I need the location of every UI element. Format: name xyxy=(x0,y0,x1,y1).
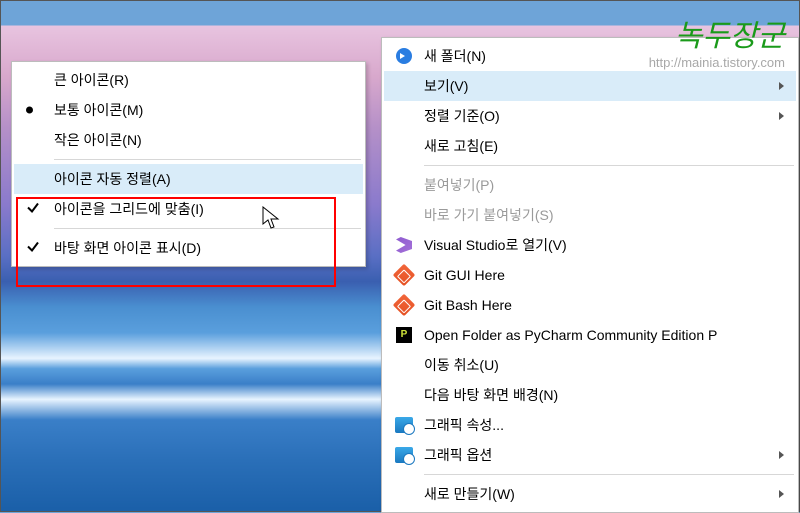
menu-item-paste: 붙여넣기(P) xyxy=(384,170,796,200)
menu-item-view[interactable]: 보기(V) xyxy=(384,71,796,101)
menu-item-show-desktop-icons[interactable]: 바탕 화면 아이콘 표시(D) xyxy=(14,233,363,263)
chevron-right-icon xyxy=(779,82,784,90)
menu-label: 정렬 기준(O) xyxy=(424,106,500,126)
menu-label: 새로 고침(E) xyxy=(424,136,498,156)
menu-item-pycharm[interactable]: Open Folder as PyCharm Community Edition… xyxy=(384,320,796,350)
check-icon xyxy=(26,240,40,257)
watermark-url: http://mainia.tistory.com xyxy=(649,55,785,70)
menu-item-graphics-options[interactable]: 그래픽 옵션 xyxy=(384,440,796,470)
menu-item-git-gui[interactable]: Git GUI Here xyxy=(384,260,796,290)
menu-item-refresh[interactable]: 새로 고침(E) xyxy=(384,131,796,161)
chevron-right-icon xyxy=(779,490,784,498)
menu-label: Git Bash Here xyxy=(424,297,512,313)
menu-item-undo-move[interactable]: 이동 취소(U) xyxy=(384,350,796,380)
menu-item-sort[interactable]: 정렬 기준(O) xyxy=(384,101,796,131)
desktop-context-menu[interactable]: 새 폴더(N) 보기(V) 정렬 기준(O) 새로 고침(E) 붙여넣기(P) … xyxy=(381,37,799,513)
menu-item-align-grid[interactable]: 아이콘을 그리드에 맞춤(I) xyxy=(14,194,363,224)
bullet-icon xyxy=(26,107,33,114)
vs-icon xyxy=(394,235,414,255)
menu-divider xyxy=(54,228,361,229)
menu-label: 큰 아이콘(R) xyxy=(54,70,129,90)
menu-label: 이동 취소(U) xyxy=(424,355,499,375)
menu-label: Open Folder as PyCharm Community Edition… xyxy=(424,327,717,343)
menu-label: 그래픽 속성... xyxy=(424,415,504,435)
menu-divider xyxy=(54,159,361,160)
menu-label: 그래픽 옵션 xyxy=(424,445,492,465)
chevron-right-icon xyxy=(779,451,784,459)
intel-icon xyxy=(394,415,414,435)
menu-divider xyxy=(424,165,794,166)
check-icon xyxy=(26,201,40,218)
menu-label: 보통 아이콘(M) xyxy=(54,100,143,120)
view-submenu[interactable]: 큰 아이콘(R) 보통 아이콘(M) 작은 아이콘(N) 아이콘 자동 정렬(A… xyxy=(11,61,366,267)
menu-item-visual-studio[interactable]: Visual Studio로 열기(V) xyxy=(384,230,796,260)
intel-icon xyxy=(394,445,414,465)
menu-label: 붙여넣기(P) xyxy=(424,175,494,195)
menu-label: 보기(V) xyxy=(424,76,468,96)
watermark-title: 녹두장군 xyxy=(649,11,785,55)
menu-item-new[interactable]: 새로 만들기(W) xyxy=(384,479,796,509)
menu-item-medium-icons[interactable]: 보통 아이콘(M) xyxy=(14,95,363,125)
pycharm-icon xyxy=(394,325,414,345)
chevron-right-icon xyxy=(779,112,784,120)
menu-label: 바탕 화면 아이콘 표시(D) xyxy=(54,238,201,258)
folder-icon xyxy=(394,46,414,66)
menu-item-auto-arrange[interactable]: 아이콘 자동 정렬(A) xyxy=(14,164,363,194)
menu-label: Git GUI Here xyxy=(424,267,505,283)
menu-item-paste-shortcut: 바로 가기 붙여넣기(S) xyxy=(384,200,796,230)
menu-item-graphics-props[interactable]: 그래픽 속성... xyxy=(384,410,796,440)
menu-item-git-bash[interactable]: Git Bash Here xyxy=(384,290,796,320)
git-icon xyxy=(394,265,414,285)
menu-item-next-wallpaper[interactable]: 다음 바탕 화면 배경(N) xyxy=(384,380,796,410)
menu-item-large-icons[interactable]: 큰 아이콘(R) xyxy=(14,65,363,95)
menu-label: 작은 아이콘(N) xyxy=(54,130,142,150)
menu-divider xyxy=(424,474,794,475)
menu-label: 바로 가기 붙여넣기(S) xyxy=(424,205,553,225)
menu-label: 새로 만들기(W) xyxy=(424,484,515,504)
menu-label: 새 폴더(N) xyxy=(424,46,486,66)
menu-label: Visual Studio로 열기(V) xyxy=(424,235,567,255)
menu-item-small-icons[interactable]: 작은 아이콘(N) xyxy=(14,125,363,155)
git-icon xyxy=(394,295,414,315)
menu-label: 다음 바탕 화면 배경(N) xyxy=(424,385,558,405)
watermark: 녹두장군 http://mainia.tistory.com xyxy=(649,11,785,70)
menu-label: 아이콘 자동 정렬(A) xyxy=(54,169,171,189)
menu-label: 아이콘을 그리드에 맞춤(I) xyxy=(54,199,204,219)
